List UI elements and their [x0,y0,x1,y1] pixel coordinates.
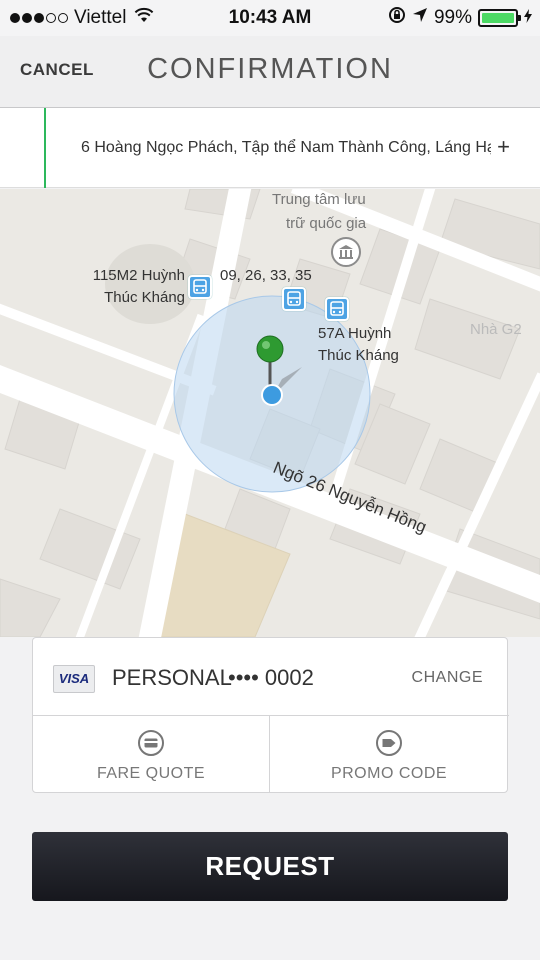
payment-profile: PERSONAL [112,665,232,690]
bus-stop-icon[interactable] [325,297,349,321]
payment-card: VISA PERSONAL •••• 0002 CHANGE FARE QUOT… [32,637,509,793]
page-title: CONFIRMATION [147,53,393,85]
status-right: 99% [388,7,532,29]
nav-bar: CANCEL CONFIRMATION [0,36,540,108]
bus-stop-icon[interactable] [188,275,212,299]
payment-method-row[interactable]: VISA PERSONAL •••• 0002 CHANGE [33,638,509,716]
map-label-nha-g: Nhà G2 [470,321,522,338]
charging-icon [524,7,532,29]
pickup-address[interactable]: 6 Hoàng Ngọc Phách, Tập thể Nam Thành Cô… [81,139,491,157]
card-number: •••• 0002 [228,665,314,690]
map-label-bus-routes: 09, 26, 33, 35 [220,267,312,284]
add-destination-button[interactable]: + [497,134,510,160]
request-button[interactable]: REQUEST [32,832,508,901]
museum-icon[interactable] [331,237,361,267]
battery-icon [478,9,521,27]
battery-percent: 99% [433,7,472,28]
pickup-indicator-line [44,108,46,188]
battery-fill [482,13,514,23]
map-base [0,189,540,637]
credit-card-icon [138,730,164,756]
change-payment-button[interactable]: CHANGE [412,669,483,687]
promo-code-button[interactable]: PROMO CODE [270,716,508,793]
promo-code-label: PROMO CODE [330,765,448,782]
orientation-lock-icon [388,6,406,30]
map-label-bus-57: 57A Huỳnh Thúc Kháng [318,325,399,364]
map-label-archive: Trung tâm lưu [272,191,366,208]
visa-card-icon: VISA [53,665,95,693]
tag-icon [376,730,402,756]
bus-stop-icon[interactable] [282,287,306,311]
location-arrow-icon [412,7,428,29]
map-label-bus-115: 115M2 Huỳnh Thúc Kháng [92,267,185,306]
map-view[interactable]: Trung tâm lưu trữ quốc gia 115M2 Huỳnh T… [0,189,540,637]
map-label-archive-2: trữ quốc gia [286,215,367,232]
fare-quote-label: FARE QUOTE [96,765,206,782]
fare-quote-button[interactable]: FARE QUOTE [33,716,270,793]
status-bar: Viettel 10:43 AM 99% [0,0,540,36]
pickup-address-bar[interactable]: 6 Hoàng Ngọc Phách, Tập thể Nam Thành Cô… [0,108,540,188]
